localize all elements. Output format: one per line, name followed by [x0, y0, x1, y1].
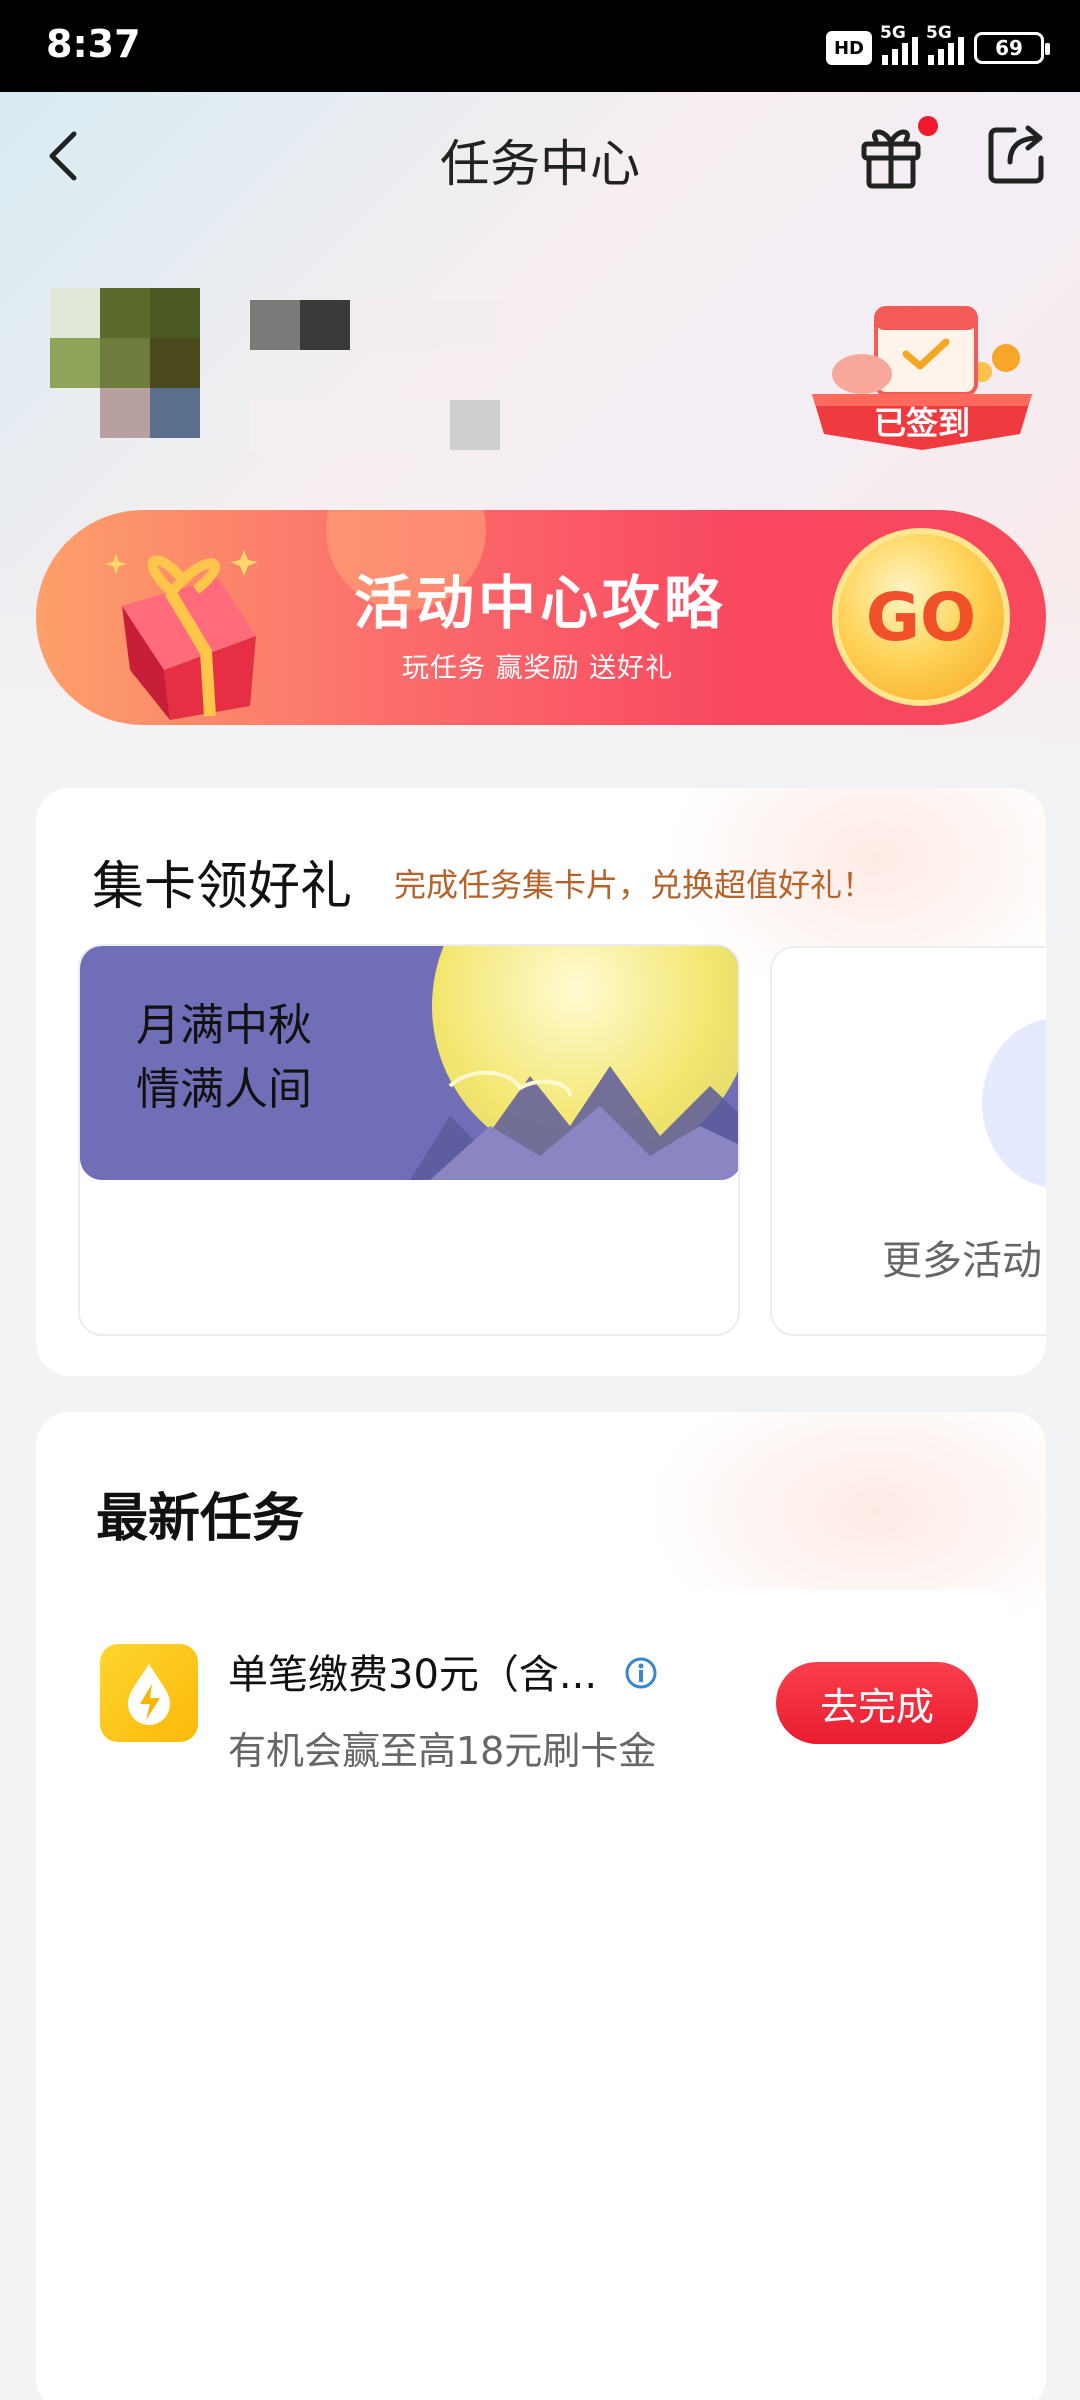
- more-activities-label: 更多活动: [882, 1238, 1042, 1284]
- signal-icon-2: 5G: [926, 23, 964, 65]
- hd-icon: HD: [826, 31, 872, 65]
- water-drop-bolt-icon: [100, 1644, 198, 1742]
- status-time: 8:37: [46, 22, 141, 66]
- mountain-illustration: [410, 1066, 738, 1180]
- status-bar: 8:37 HD 5G 5G 69: [0, 0, 1080, 92]
- info-icon[interactable]: [624, 1656, 658, 1690]
- latest-tasks-title: 最新任务: [96, 1489, 305, 1549]
- task-title: 单笔缴费30元（含...: [228, 1652, 598, 1698]
- banner-subtitle: 玩任务 赢奖励 送好礼: [402, 653, 674, 684]
- mid-autumn-banner-image: 月满中秋 情满人间: [80, 946, 738, 1180]
- mid-autumn-activity-card[interactable]: 月满中秋 情满人间: [78, 944, 740, 1336]
- signed-in-label: 已签到: [873, 404, 970, 442]
- share-icon[interactable]: [984, 122, 1050, 188]
- battery-icon: 69: [974, 32, 1050, 64]
- gift-box-icon: [105, 550, 258, 720]
- banner-title: 活动中心攻略: [354, 569, 727, 637]
- latest-tasks-section: 最新任务 单笔缴费30元（含... 有机会赢至高18元刷卡金 去完成: [36, 1412, 1046, 2400]
- more-activities-card[interactable]: 更多活动: [770, 946, 1046, 1336]
- avatar[interactable]: [50, 288, 200, 448]
- activity-caption: 月满中秋 情满人间: [136, 994, 312, 1122]
- go-button[interactable]: GO: [832, 528, 1010, 706]
- network-type-label-2: 5G: [926, 23, 952, 43]
- activity-caption-line1: 月满中秋: [136, 1000, 312, 1051]
- username-mosaic: [250, 300, 550, 450]
- status-icons: HD 5G 5G 69: [826, 23, 1050, 68]
- section-subtitle: 完成任务集卡片，兑换超值好礼！: [394, 866, 875, 904]
- section-title: 集卡领好礼: [92, 857, 353, 917]
- activity-caption-line2: 情满人间: [136, 1064, 312, 1115]
- gift-icon[interactable]: [856, 120, 926, 190]
- complete-task-button[interactable]: 去完成: [776, 1662, 978, 1744]
- task-item[interactable]: 单笔缴费30元（含... 有机会赢至高18元刷卡金 去完成: [60, 1590, 1010, 1800]
- task-description: 有机会赢至高18元刷卡金: [228, 1729, 657, 1773]
- network-type-label: 5G: [880, 23, 906, 43]
- card-collection-section: 集卡领好礼 完成任务集卡片，兑换超值好礼！ 月满中秋 情满人间 更多活动: [36, 788, 1046, 1376]
- activity-guide-banner[interactable]: 活动中心攻略 玩任务 赢奖励 送好礼 GO: [36, 510, 1046, 725]
- notification-dot: [918, 116, 938, 136]
- signal-icon: 5G: [880, 23, 918, 65]
- more-activities-illustration: [982, 1018, 1046, 1188]
